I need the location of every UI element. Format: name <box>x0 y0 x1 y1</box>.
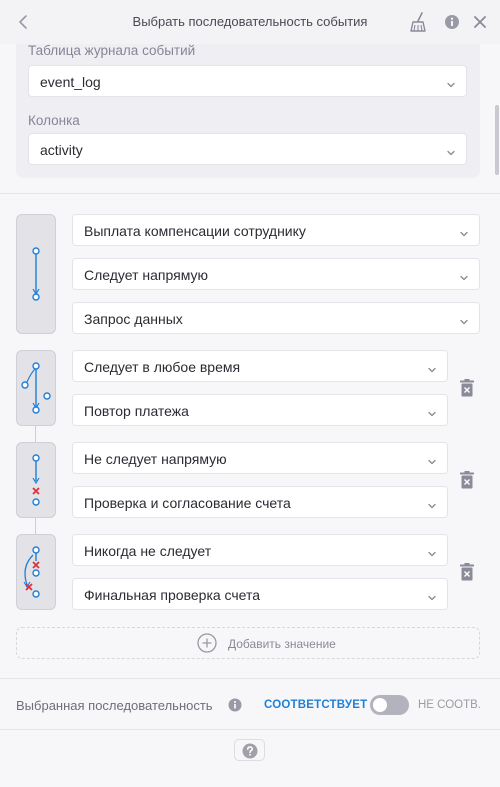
toggle-knob <box>373 698 387 712</box>
step-2-relation-select[interactable]: Не следует напрямую <box>72 442 448 474</box>
chevron-down-icon <box>459 270 469 281</box>
add-value-label: Добавить значение <box>228 637 336 651</box>
match-toggle[interactable] <box>370 695 409 715</box>
step-connector <box>35 426 36 442</box>
info-icon[interactable] <box>441 11 463 33</box>
chevron-down-icon <box>427 454 437 465</box>
end-activity-select[interactable]: Запрос данных <box>72 302 480 334</box>
column-label: Колонка <box>28 113 80 128</box>
chevron-down-icon <box>427 498 437 509</box>
step-3-relation-value: Никогда не следует <box>84 543 212 559</box>
step-3-activity-select[interactable]: Финальная проверка счета <box>72 578 448 610</box>
step-1-activity-value: Повтор платежа <box>84 403 189 419</box>
chevron-down-icon <box>427 406 437 417</box>
step-3-relation-select[interactable]: Никогда не следует <box>72 534 448 566</box>
no-match-option-label[interactable]: НЕ СООТВ. <box>418 699 481 711</box>
directly-follows-icon <box>16 214 56 334</box>
not-directly-follows-icon <box>16 442 56 518</box>
table-label: Таблица журнала событий <box>28 43 196 58</box>
dialog-header: Выбрать последовательность события <box>0 0 500 44</box>
step-1-activity-select[interactable]: Повтор платежа <box>72 394 448 426</box>
delete-step-1-trash-icon[interactable] <box>459 379 475 397</box>
step-1-relation-select[interactable]: Следует в любое время <box>72 350 448 382</box>
chevron-down-icon <box>446 145 456 156</box>
question-circle-icon <box>242 743 258 759</box>
clear-broom-icon[interactable] <box>408 11 430 33</box>
chevron-down-icon <box>446 77 456 88</box>
chevron-down-icon <box>427 362 437 373</box>
plus-circle-icon <box>197 633 217 653</box>
step-connector <box>35 518 36 534</box>
chevron-down-icon <box>427 590 437 601</box>
match-option-label[interactable]: СООТВЕТСТВУЕТ <box>264 699 367 711</box>
chevron-down-icon <box>459 226 469 237</box>
table-select-value: event_log <box>40 74 101 90</box>
divider <box>0 678 500 679</box>
delete-step-2-trash-icon[interactable] <box>459 471 475 489</box>
relation-select[interactable]: Следует напрямую <box>72 258 480 290</box>
step-2-activity-select[interactable]: Проверка и согласование счета <box>72 486 448 518</box>
column-select-value: activity <box>40 142 83 158</box>
step-2-activity-value: Проверка и согласование счета <box>84 495 291 511</box>
info-icon[interactable] <box>228 698 242 712</box>
table-select[interactable]: event_log <box>28 65 467 97</box>
end-activity-value: Запрос данных <box>84 311 183 327</box>
relation-value: Следует напрямую <box>84 267 208 283</box>
step-3-activity-value: Финальная проверка счета <box>84 587 261 603</box>
column-select[interactable]: activity <box>28 133 467 165</box>
scrollbar-thumb[interactable] <box>495 105 499 175</box>
selected-sequence-label: Выбранная последовательность <box>16 698 213 713</box>
divider <box>0 193 500 194</box>
help-button[interactable] <box>234 739 265 761</box>
add-value-button[interactable]: Добавить значение <box>16 627 480 659</box>
chevron-down-icon <box>427 546 437 557</box>
eventually-follows-icon <box>16 350 56 426</box>
step-1-relation-value: Следует в любое время <box>84 359 241 375</box>
never-follows-icon <box>16 534 56 610</box>
start-activity-select[interactable]: Выплата компенсации сотруднику <box>72 214 480 246</box>
delete-step-3-trash-icon[interactable] <box>459 563 475 581</box>
start-activity-value: Выплата компенсации сотруднику <box>84 223 306 239</box>
step-2-relation-value: Не следует напрямую <box>84 451 227 467</box>
close-icon[interactable] <box>469 11 491 33</box>
source-config-panel: Таблица журнала событий event_log Колонк… <box>16 43 480 178</box>
divider <box>0 729 500 730</box>
chevron-down-icon <box>459 314 469 325</box>
